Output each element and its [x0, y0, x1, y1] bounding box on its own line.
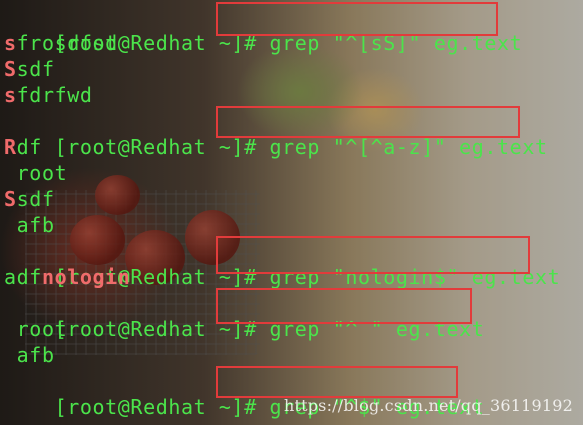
- terminal-window[interactable]: [root@Redhat ~]# grep "^[sS]" eg.text sf…: [0, 0, 583, 425]
- match-text: s: [4, 83, 17, 107]
- shell-prompt: [root@Redhat ~]#: [54, 395, 257, 419]
- output-text: afb: [16, 213, 55, 237]
- match-text: s: [4, 31, 17, 55]
- shell-prompt: [root@Redhat ~]#: [54, 135, 257, 159]
- output-line: root: [4, 160, 67, 186]
- output-text: root: [16, 317, 68, 341]
- match-text: [4, 213, 17, 237]
- output-text: adf: [4, 265, 42, 289]
- output-text: root: [16, 161, 68, 185]
- output-text: df: [16, 135, 42, 159]
- command-highlight-box: [216, 366, 458, 398]
- match-text: R: [4, 135, 17, 159]
- output-text: afb: [16, 343, 55, 367]
- command-highlight-box: [216, 106, 520, 138]
- output-text: sdf: [16, 57, 55, 81]
- command-highlight-box: [216, 236, 530, 274]
- match-text: [4, 161, 17, 185]
- output-text: frosdfsd: [16, 31, 118, 55]
- grep-command: grep "^[^a-z]" eg.text: [269, 135, 548, 159]
- match-text: [4, 317, 17, 341]
- output-line: afb: [4, 212, 55, 238]
- output-line: afb: [4, 342, 55, 368]
- match-text: S: [4, 57, 17, 81]
- output-line: Ssdf: [4, 56, 55, 82]
- output-text: sdf: [16, 187, 55, 211]
- output-line: sfdrfwd: [4, 82, 93, 108]
- output-text: fdrfwd: [16, 83, 93, 107]
- output-line: Ssdf: [4, 186, 55, 212]
- match-text: S: [4, 187, 17, 211]
- match-text: [4, 343, 17, 367]
- watermark-text: https://blog.csdn.net/qq_36119192: [283, 396, 573, 415]
- output-line: root: [4, 316, 67, 342]
- command-highlight-box: [216, 288, 472, 324]
- match-text: nologin: [41, 265, 131, 289]
- output-line: sfrosdfsd: [4, 30, 118, 56]
- command-highlight-box: [216, 2, 498, 36]
- output-line: Rdf: [4, 134, 42, 160]
- output-line: adfnologin: [4, 264, 130, 290]
